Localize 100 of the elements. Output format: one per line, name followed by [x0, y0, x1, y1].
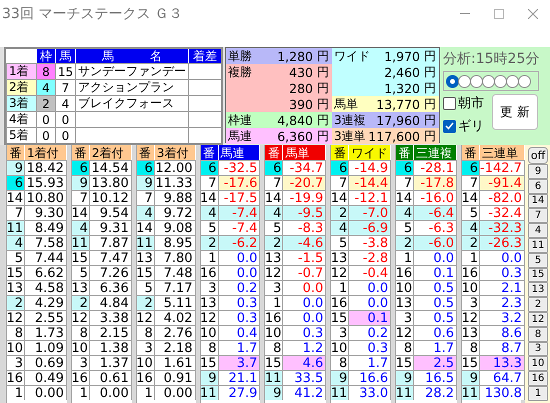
odds-value-cell: 7.47 [90, 250, 132, 265]
radio-button[interactable] [482, 74, 495, 88]
horse-number-cell: 3 [331, 325, 350, 340]
horse-number-cell: 2 [396, 235, 414, 250]
horse-number-cell: 14 [136, 220, 155, 235]
horse-filter-button[interactable]: 12 [528, 312, 548, 327]
radio-button[interactable] [506, 74, 519, 88]
odds-value-cell: 0.0 [283, 295, 326, 310]
horse-number-cell: 2 [265, 235, 284, 250]
odds-value-cell: -6.4 [414, 205, 458, 220]
horse-number-cell: 3 [7, 355, 25, 370]
horse-filter-button[interactable]: 1 [528, 386, 548, 401]
horse-filter-button[interactable]: 6 [528, 178, 548, 194]
horse-filter-button[interactable]: 8 [528, 326, 548, 342]
horse-number-cell: 16 [396, 265, 414, 280]
odds-value-cell: 16.6 [349, 370, 392, 385]
horse-number-cell: 6 [200, 160, 219, 175]
odds-value-cell: 4.58 [25, 280, 67, 295]
radio-button[interactable] [494, 74, 507, 88]
odds-value-cell: 0.0 [349, 295, 392, 310]
horse-number-cell: 15 [7, 265, 25, 280]
odds-value-cell: 3.7 [218, 355, 260, 370]
horse-number-cell: 13 [7, 280, 25, 295]
odds-value-cell: -6.9 [349, 220, 392, 235]
bet-type-label: ワイド [333, 48, 370, 65]
bet-type-label: 馬単 [333, 96, 359, 112]
column-header: 馬連 [218, 145, 260, 161]
horse-number-cell: 10 [200, 325, 219, 340]
odds-value-cell: -6.3 [414, 220, 458, 235]
horse-filter-button[interactable]: 14 [528, 194, 548, 208]
horse-filter-button[interactable]: 2 [528, 297, 548, 312]
odds-value-cell: 0.5 [414, 295, 458, 310]
horse-filter-button[interactable]: 7 [528, 208, 548, 224]
odds-value-cell: -142.7 [480, 160, 525, 175]
checkbox[interactable] [443, 120, 456, 132]
horse-number-cell: 2 [136, 295, 155, 310]
horse-number-cell: 16 [136, 370, 155, 385]
column-header: 枠 [36, 49, 55, 63]
yen-unit: 円 [317, 64, 329, 80]
odds-value-cell: 0.6 [414, 325, 458, 340]
close-icon[interactable] [528, 8, 538, 18]
horse-number-cell: 10 [396, 280, 414, 295]
odds-value-cell: -91.4 [480, 175, 525, 190]
horse-number-cell: 7 [265, 175, 284, 190]
radio-button[interactable] [470, 74, 483, 88]
horse-filter-button[interactable]: 5 [528, 252, 548, 268]
radio-button[interactable] [458, 74, 471, 88]
maximize-icon[interactable] [494, 8, 504, 18]
horse-filter-button[interactable]: off [528, 147, 548, 164]
odds-value-cell: 7.17 [154, 280, 196, 295]
horse-number-cell: 5 [136, 280, 155, 295]
odds-value-cell: 4.29 [25, 295, 67, 310]
horse-filter-button[interactable]: 11 [528, 238, 548, 253]
odds-value-cell: 0.3 [218, 310, 260, 325]
horse-filter-button[interactable]: 10 [528, 356, 548, 372]
odds-value-cell: -14.9 [349, 160, 392, 175]
odds-value-cell: -32.5 [218, 160, 260, 175]
checkbox[interactable] [443, 96, 456, 110]
odds-value-cell: -82.0 [480, 190, 525, 205]
horse-filter-button[interactable]: 13 [528, 282, 548, 298]
odds-value-cell: 0.0 [218, 250, 260, 265]
odds-value-cell: 0.3 [283, 325, 326, 340]
column-header: 番 [136, 145, 155, 161]
horse-number-cell: 4 [331, 220, 350, 235]
radio-button[interactable] [518, 74, 531, 88]
frame-cell: 0 [36, 127, 55, 143]
odds-value-cell: -17.8 [414, 175, 458, 190]
minimize-icon[interactable] [460, 12, 470, 14]
bet-type-label: 枠連 [227, 112, 253, 128]
odds-value-cell: 1.09 [25, 340, 67, 355]
horse-number-cell: 7 [72, 190, 90, 205]
horse-number-cell: 15 [55, 63, 75, 79]
odds-value-cell: 15.93 [25, 175, 67, 190]
update-button[interactable]: 更 新 [492, 94, 538, 130]
horse-filter-button[interactable]: 3 [528, 342, 548, 356]
horse-number-cell: 10 [331, 340, 350, 355]
horse-filter-button[interactable]: 4 [528, 223, 548, 238]
window-title: 33回 マーチステークス Ｇ３ [1, 4, 183, 22]
odds-value-cell: 0.5 [414, 280, 458, 295]
odds-value-cell: 64.7 [480, 370, 525, 385]
horse-number-cell: 16 [331, 295, 350, 310]
horse-number-cell: 2 [72, 295, 90, 310]
radio-button[interactable] [446, 74, 459, 88]
horse-filter-button[interactable]: 16 [528, 371, 548, 386]
horse-filter-button[interactable]: 15 [528, 268, 548, 282]
odds-value-cell: 0.0 [283, 280, 326, 295]
odds-value-cell: 16.5 [414, 370, 458, 385]
horse-number-cell: 13 [331, 250, 350, 265]
horse-number-cell: 4 [55, 95, 75, 111]
odds-value-cell: -32.4 [480, 205, 525, 220]
yen-unit: 円 [424, 128, 436, 144]
odds-value-cell: 41.2 [283, 385, 326, 400]
horse-number-cell: 7 [462, 175, 480, 190]
horse-filter-button[interactable]: 9 [528, 164, 548, 179]
odds-value-cell: 27.9 [218, 385, 260, 400]
horse-number-cell: 12 [331, 265, 350, 280]
odds-value-cell: -17.6 [218, 175, 260, 190]
horse-number-cell: 8 [462, 340, 480, 355]
horse-number-cell: 5 [200, 220, 219, 235]
horse-number-cell: 15 [200, 355, 219, 370]
